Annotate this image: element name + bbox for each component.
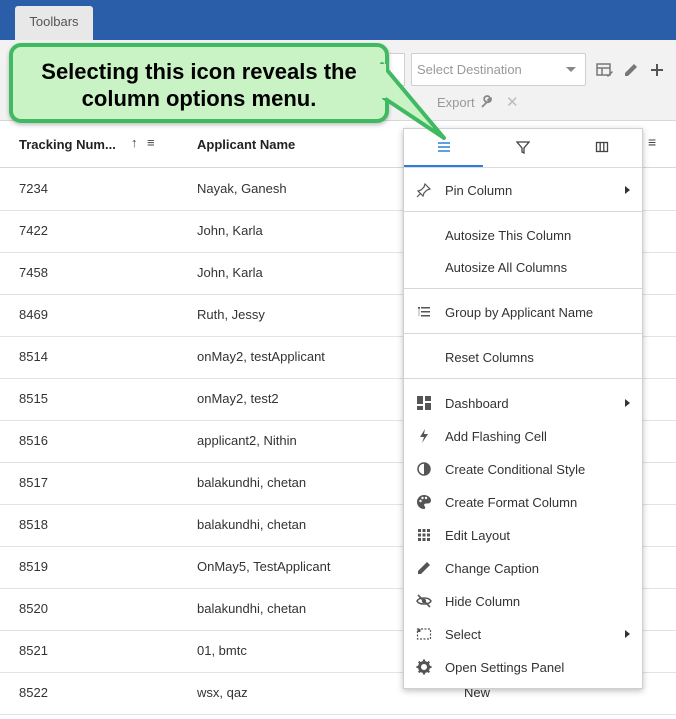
menu-item-label: Select xyxy=(445,627,482,642)
menu-divider xyxy=(404,211,642,212)
menu-item-label: Hide Column xyxy=(445,594,521,609)
menu-item-label: Add Flashing Cell xyxy=(445,429,547,444)
tracking-cell: 8514 xyxy=(19,349,48,364)
tracking-cell: 8521 xyxy=(19,643,48,658)
menu-item-create-format-column[interactable]: Create Format Column xyxy=(404,488,642,516)
pin-icon xyxy=(416,182,432,198)
column-options-menu: Pin Column Autosize This Column Autosize… xyxy=(403,128,643,689)
menu-item-label: Reset Columns xyxy=(445,350,534,365)
menu-divider xyxy=(404,378,642,379)
tracking-cell: 8518 xyxy=(19,517,48,532)
sort-asc-icon[interactable]: ↑ xyxy=(131,135,138,150)
menu-item-group-by[interactable]: Group by Applicant Name xyxy=(404,298,642,326)
tracking-cell: 7234 xyxy=(19,181,48,196)
applicant-cell: Ruth, Jessy xyxy=(197,307,265,322)
filter-icon xyxy=(516,141,530,154)
applicant-cell: applicant2, Nithin xyxy=(197,433,297,448)
menu-item-create-conditional-style[interactable]: Create Conditional Style xyxy=(404,455,642,483)
column-header-tracking[interactable]: Tracking Num... xyxy=(19,137,116,152)
menu-item-dashboard[interactable]: Dashboard xyxy=(404,389,642,417)
applicant-cell: wsx, qaz xyxy=(197,685,248,700)
menu-item-label: Autosize All Columns xyxy=(445,260,568,275)
menu-item-label: Create Format Column xyxy=(445,495,578,510)
menu-item-label: Group by Applicant Name xyxy=(445,305,594,320)
tracking-cell: 8469 xyxy=(19,307,48,322)
column-menu-icon[interactable]: ≡ xyxy=(648,134,656,150)
menu-item-autosize-this[interactable]: Autosize This Column xyxy=(404,221,642,249)
chevron-down-icon xyxy=(566,67,576,72)
chevron-right-icon xyxy=(625,630,630,638)
callout-line-2: column options menu. xyxy=(81,86,317,111)
callout-line-1: Selecting this icon reveals the xyxy=(41,59,357,84)
select-icon xyxy=(416,628,432,640)
applicant-cell: balakundhi, chetan xyxy=(197,517,307,532)
menu-item-pin-column[interactable]: Pin Column xyxy=(404,176,642,204)
pencil-icon[interactable] xyxy=(622,61,640,79)
tracking-cell: 8515 xyxy=(19,391,48,406)
menu-divider xyxy=(404,288,642,289)
applicant-cell: OnMay5, TestApplicant xyxy=(197,559,331,574)
wrench-icon[interactable] xyxy=(480,95,494,109)
menu-item-open-settings-panel[interactable]: Open Settings Panel xyxy=(404,653,642,681)
columns-icon xyxy=(595,141,609,153)
menu-item-label: Open Settings Panel xyxy=(445,660,565,675)
toolbars-tab[interactable]: Toolbars xyxy=(15,6,93,40)
column-menu-icon[interactable]: ≡ xyxy=(147,135,155,150)
plus-icon[interactable] xyxy=(648,61,666,79)
callout-annotation: Selecting this icon reveals the column o… xyxy=(9,43,389,123)
menu-item-label: Pin Column xyxy=(445,183,513,198)
close-icon[interactable]: ✕ xyxy=(506,93,519,111)
top-bar: Toolbars xyxy=(0,0,676,40)
menu-item-add-flashing-cell[interactable]: Add Flashing Cell xyxy=(404,422,642,450)
grid-dots-icon xyxy=(418,529,430,541)
applicant-cell: balakundhi, chetan xyxy=(197,475,307,490)
gear-icon xyxy=(416,659,432,675)
tab-columns[interactable] xyxy=(562,129,641,167)
contrast-icon xyxy=(417,462,431,476)
pencil-icon xyxy=(418,562,430,574)
menu-divider xyxy=(404,333,642,334)
dashboard-icon xyxy=(417,396,431,410)
menu-icon xyxy=(438,142,450,152)
applicant-cell: John, Karla xyxy=(197,265,263,280)
column-header-applicant[interactable]: Applicant Name xyxy=(197,137,295,152)
applicant-cell: 01, bmtc xyxy=(197,643,247,658)
menu-item-edit-layout[interactable]: Edit Layout xyxy=(404,521,642,549)
menu-item-select[interactable]: Select xyxy=(404,620,642,648)
applicant-cell: John, Karla xyxy=(197,223,263,238)
menu-item-change-caption[interactable]: Change Caption xyxy=(404,554,642,582)
applicant-cell: onMay2, testApplicant xyxy=(197,349,325,364)
palette-icon xyxy=(417,495,431,509)
chevron-right-icon xyxy=(625,399,630,407)
eye-off-icon xyxy=(416,594,432,608)
menu-item-autosize-all[interactable]: Autosize All Columns xyxy=(404,253,642,281)
callout-pointer xyxy=(380,62,446,140)
chevron-right-icon xyxy=(625,186,630,194)
lightning-icon xyxy=(420,429,428,443)
menu-item-label: Dashboard xyxy=(445,396,509,411)
applicant-cell: balakundhi, chetan xyxy=(197,601,307,616)
tracking-cell: 8519 xyxy=(19,559,48,574)
tracking-cell: 7422 xyxy=(19,223,48,238)
menu-item-label: Autosize This Column xyxy=(445,228,572,243)
menu-item-label: Change Caption xyxy=(445,561,539,576)
tracking-cell: 7458 xyxy=(19,265,48,280)
menu-item-reset-columns[interactable]: Reset Columns xyxy=(404,343,642,371)
menu-item-label: Edit Layout xyxy=(445,528,511,543)
tracking-cell: 8520 xyxy=(19,601,48,616)
group-icon xyxy=(418,307,430,317)
tracking-cell: 8516 xyxy=(19,433,48,448)
applicant-cell: Nayak, Ganesh xyxy=(197,181,287,196)
menu-item-label: Create Conditional Style xyxy=(445,462,586,477)
menu-item-hide-column[interactable]: Hide Column xyxy=(404,587,642,615)
tab-filter[interactable] xyxy=(483,129,562,167)
table-edit-icon[interactable] xyxy=(596,61,614,79)
tracking-cell: 8517 xyxy=(19,475,48,490)
applicant-cell: onMay2, test2 xyxy=(197,391,279,406)
tracking-cell: 8522 xyxy=(19,685,48,700)
